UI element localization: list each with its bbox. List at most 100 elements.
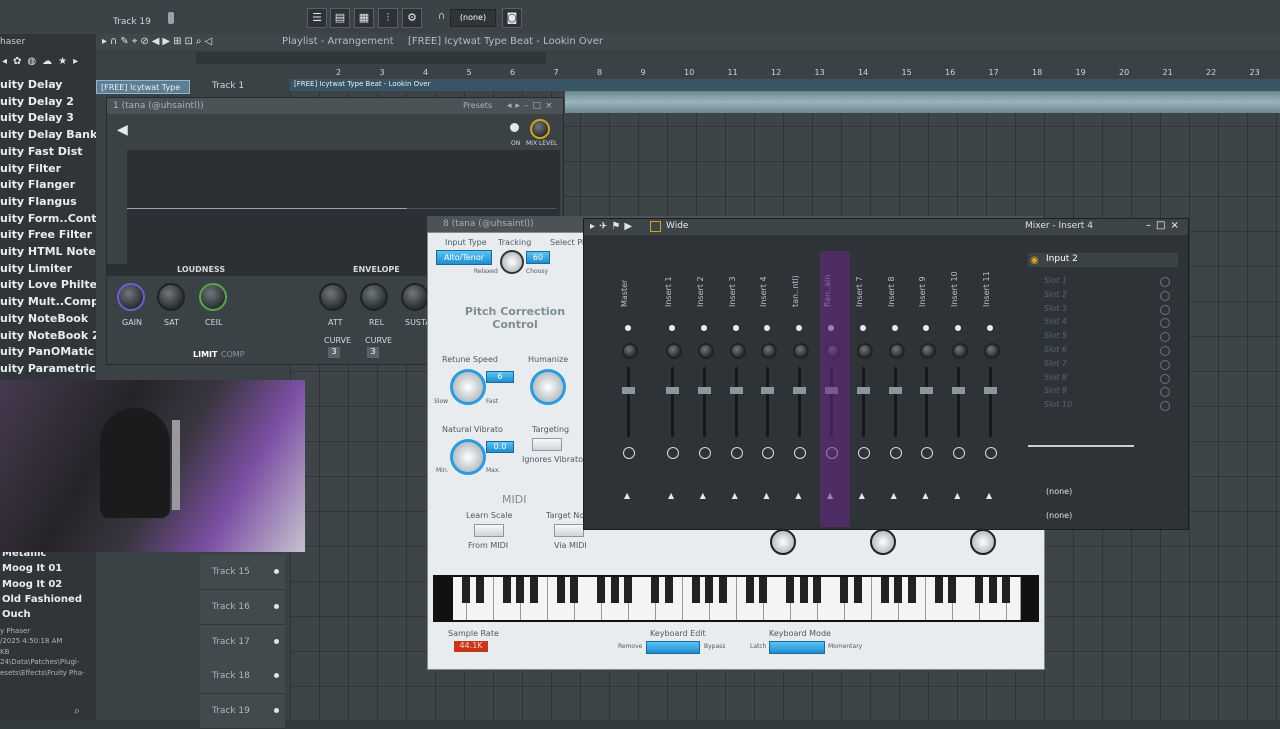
tracking-knob[interactable]	[500, 250, 524, 274]
pan-knob[interactable]	[697, 343, 714, 359]
cart-icon[interactable]: ◙	[502, 8, 522, 28]
gain-knob[interactable]	[117, 283, 145, 311]
presets-label[interactable]: Presets	[463, 98, 492, 114]
comp-mode[interactable]: COMP	[221, 350, 245, 359]
track-dot[interactable]	[274, 603, 279, 609]
ruler-tick[interactable]: 16	[945, 68, 955, 77]
window-controls[interactable]: ◂▸–□×	[507, 98, 557, 114]
route-arrow-icon[interactable]: ▲	[732, 491, 738, 500]
route-arrow-icon[interactable]: ▲	[891, 491, 897, 500]
curve-value-2[interactable]: 3	[367, 347, 379, 358]
volume-fader[interactable]	[793, 387, 807, 394]
browser-item[interactable]: uity Delay 2	[0, 95, 74, 108]
ruler-tick[interactable]: 14	[858, 68, 868, 77]
input-selector[interactable]: ◉ Input 2	[1028, 253, 1178, 267]
mixer-strip[interactable]: Insert 10 ▲	[944, 247, 974, 527]
piano-black-key[interactable]	[516, 577, 524, 603]
browser-item[interactable]: uity Flanger	[0, 178, 75, 191]
track-dot[interactable]	[274, 638, 279, 644]
browser-item[interactable]: uity Filter	[0, 162, 61, 175]
mixer-tools[interactable]: ▸✈⚑▶	[590, 221, 636, 232]
strip-led[interactable]	[891, 325, 898, 331]
browser-item[interactable]: uity Delay Bank	[0, 128, 97, 141]
strip-led[interactable]	[923, 325, 930, 331]
sat-knob[interactable]	[157, 283, 185, 311]
audio-clip-header[interactable]: [FREE] Icytwat Type Beat - Lookin Over	[290, 79, 1280, 91]
tracking-value[interactable]: 60	[526, 251, 550, 264]
mixer-strip[interactable]: Insert 9 ▲	[912, 247, 942, 527]
slot-toggle[interactable]	[1160, 373, 1170, 384]
ruler-tick[interactable]: 6	[510, 68, 515, 77]
strip-led[interactable]	[669, 325, 675, 331]
mixer-layout-icon[interactable]	[650, 221, 661, 232]
browser-item[interactable]: Ouch	[2, 609, 31, 620]
track-header[interactable]: Track 16	[200, 589, 285, 625]
piano-black-key[interactable]	[840, 577, 848, 603]
browser-item[interactable]: uity NoteBook	[0, 312, 88, 325]
ruler-tick[interactable]: 20	[1119, 68, 1129, 77]
piano-black-key[interactable]	[799, 577, 808, 603]
fx-toggle[interactable]	[667, 447, 679, 459]
ruler-tick[interactable]: 5	[467, 68, 472, 77]
fx-toggle[interactable]	[921, 447, 934, 459]
piano-roll-icon[interactable]: ▤	[330, 8, 350, 28]
ceil-knob[interactable]	[199, 283, 227, 311]
volume-fader[interactable]	[920, 387, 934, 394]
pan-knob[interactable]	[729, 343, 746, 359]
piano-black-key[interactable]	[1002, 577, 1010, 603]
pitch-knob-3[interactable]	[970, 529, 996, 555]
mixer-slot[interactable]: Slot 7	[1044, 359, 1067, 368]
ruler-tick[interactable]: 13	[815, 68, 825, 77]
volume-fader[interactable]	[888, 387, 902, 394]
route-arrow-icon[interactable]: ▲	[624, 491, 630, 500]
playlist-icon[interactable]: ☰	[307, 8, 327, 28]
slot-toggle[interactable]	[1160, 401, 1170, 412]
piano-black-key[interactable]	[462, 577, 470, 603]
ruler-tick[interactable]: 10	[684, 68, 694, 77]
pan-knob[interactable]	[793, 343, 810, 359]
piano-black-key[interactable]	[691, 577, 700, 603]
mixer-slot[interactable]: Slot 5	[1044, 331, 1067, 340]
learn-scale-button[interactable]	[474, 524, 504, 537]
mixer-strip[interactable]: Insert 3 ▲	[722, 247, 752, 527]
fx-toggle[interactable]	[889, 447, 902, 459]
mixer-slot[interactable]: Slot 6	[1044, 345, 1067, 354]
track-header[interactable]: Track 17	[200, 624, 285, 660]
volume-fader[interactable]	[729, 387, 743, 394]
piano-black-key[interactable]	[745, 577, 754, 603]
vibrato-value[interactable]: 0.0	[486, 441, 514, 453]
route-arrow-icon[interactable]: ▲	[954, 491, 960, 500]
mixer-strip[interactable]: Insert 4 ▲	[753, 247, 783, 527]
browser-item[interactable]: uity Delay 3	[0, 111, 74, 124]
mixer-slot[interactable]: Slot 4	[1044, 317, 1067, 326]
piano-black-key[interactable]	[759, 577, 767, 603]
browser-item[interactable]: uity Love Philter	[0, 278, 102, 291]
pitch-knob-1[interactable]	[770, 529, 796, 555]
pan-knob[interactable]	[984, 343, 1000, 359]
piano-black-key[interactable]	[934, 577, 943, 603]
track-header[interactable]: Track 19	[200, 694, 285, 729]
sustain-knob[interactable]	[401, 283, 429, 311]
mixer-window-controls[interactable]: –□×	[1146, 220, 1184, 231]
strip-led[interactable]	[700, 325, 707, 331]
fx-toggle[interactable]	[857, 447, 870, 459]
piano-black-key[interactable]	[988, 577, 997, 603]
browser-item[interactable]: Old Fashioned	[2, 594, 82, 605]
ruler-tick[interactable]: 2	[336, 68, 341, 77]
mixer-slot[interactable]: Slot 10	[1044, 400, 1072, 409]
piano-black-key[interactable]	[705, 577, 713, 603]
piano-black-key[interactable]	[907, 577, 916, 603]
mixer-strip[interactable]: Insert 1 ▲	[658, 247, 688, 527]
volume-fader[interactable]	[697, 387, 711, 394]
mixer-slot[interactable]: Slot 8	[1044, 373, 1067, 382]
piano-black-key[interactable]	[786, 577, 794, 603]
mixer-slot[interactable]: Slot 9	[1044, 386, 1067, 395]
ruler-tick[interactable]: 19	[1076, 68, 1086, 77]
ruler-tick[interactable]: 22	[1206, 68, 1216, 77]
track-header[interactable]: Track 15	[200, 555, 285, 590]
humanize-knob[interactable]	[530, 369, 566, 405]
mix-level-knob[interactable]	[530, 119, 550, 139]
pan-knob[interactable]	[952, 343, 969, 359]
browser-item[interactable]: uity Fast Dist	[0, 145, 83, 158]
browser-item[interactable]: Moog It 02	[2, 579, 62, 590]
